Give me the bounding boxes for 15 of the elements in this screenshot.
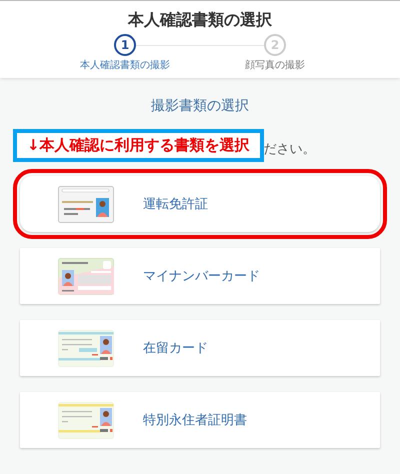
section-title: 撮影書類の選択: [150, 97, 250, 115]
id-card-icon: [58, 330, 114, 366]
document-option[interactable]: 在留カード: [20, 320, 380, 376]
page-title: 本人確認書類の選択: [128, 10, 272, 31]
document-option[interactable]: マイナンバーカード: [20, 248, 380, 304]
step-label: 顔写真の撮影: [245, 58, 305, 72]
id-card-icon: [58, 186, 114, 222]
id-card-icon: [58, 402, 114, 438]
step-number: 1: [114, 34, 136, 56]
instruction-text: ださい。: [264, 141, 316, 158]
id-card-icon: [58, 258, 114, 294]
document-option[interactable]: 運転免許証: [20, 176, 380, 232]
annotation-label: ↓本人確認に利用する書類を選択: [13, 129, 264, 162]
step-label: 本人確認書類の撮影: [80, 58, 170, 72]
document-option[interactable]: 特別永住者証明書: [20, 392, 380, 448]
